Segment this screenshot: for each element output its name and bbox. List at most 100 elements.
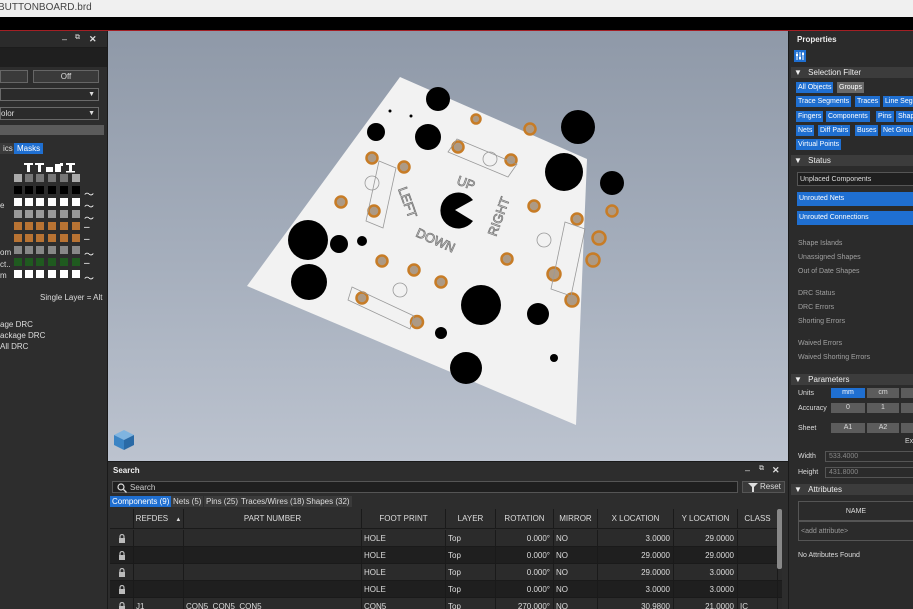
layer-swatch[interactable]	[72, 186, 80, 194]
section-parameters[interactable]: ▼ Parameters	[791, 374, 913, 385]
close-icon[interactable]: ✕	[89, 34, 97, 45]
layer-swatch[interactable]	[14, 198, 22, 206]
sheet-more[interactable]	[901, 423, 913, 433]
trace-style-icon[interactable]: –	[84, 258, 90, 269]
layer-swatch[interactable]	[36, 270, 44, 278]
layer-swatch[interactable]	[60, 258, 68, 266]
layer-swatch[interactable]	[36, 186, 44, 194]
filter-all-objects[interactable]: All Objects	[796, 82, 834, 93]
layer-swatch[interactable]	[72, 258, 80, 266]
layer-swatch[interactable]	[48, 270, 56, 278]
col-layer[interactable]: LAYER	[446, 509, 496, 529]
filter-components[interactable]: Components	[826, 111, 870, 122]
layer-swatch[interactable]	[14, 234, 22, 242]
add-attribute-field[interactable]: <add attribute>	[798, 521, 913, 541]
layer-set-select[interactable]: ▼	[0, 88, 99, 101]
filter-fingers[interactable]: Fingers	[796, 111, 824, 122]
layer-swatch[interactable]	[14, 246, 22, 254]
layer-swatch[interactable]	[25, 174, 33, 182]
col-rotation[interactable]: ROTATION	[496, 509, 554, 529]
status-unrouted-nets[interactable]: Unrouted Nets	[797, 192, 913, 206]
table-row[interactable]: HOLE Top 0.000° NO 3.0000 3.0000	[110, 581, 782, 598]
layer-swatch[interactable]	[48, 222, 56, 230]
table-row[interactable]: HOLE Top 0.000° NO 29.0000 29.0000	[110, 547, 782, 564]
float-icon[interactable]: ⧉	[759, 465, 764, 473]
table-row[interactable]: J1 CON5_CON5_CON5 CON5 Top 270.000° NO 3…	[110, 598, 782, 609]
accuracy-more[interactable]	[901, 403, 913, 413]
status-unplaced-components[interactable]: Unplaced Components	[797, 172, 913, 186]
float-icon[interactable]: ⧉	[75, 34, 80, 42]
layer-swatch[interactable]	[60, 186, 68, 194]
col-y-location[interactable]: Y LOCATION	[674, 509, 738, 529]
layer-swatch[interactable]	[72, 270, 80, 278]
filter-buses[interactable]: Buses	[855, 125, 879, 136]
layer-toggle-left[interactable]	[0, 70, 28, 83]
accuracy-1[interactable]: 1	[867, 403, 899, 413]
layer-swatch[interactable]	[25, 210, 33, 218]
layer-swatch[interactable]	[72, 246, 80, 254]
layer-swatch[interactable]	[48, 258, 56, 266]
layer-swatch[interactable]	[14, 222, 22, 230]
trace-style-icon[interactable]: –	[84, 234, 90, 245]
table-row[interactable]: HOLE Top 0.000° NO 3.0000 29.0000	[110, 530, 782, 547]
filter-traces[interactable]: Traces	[855, 96, 881, 107]
units-cm[interactable]: cm	[867, 388, 899, 398]
layer-swatch[interactable]	[36, 174, 44, 182]
layer-swatch[interactable]	[36, 210, 44, 218]
units-more[interactable]	[901, 388, 913, 398]
lock-icon[interactable]	[110, 530, 134, 547]
section-attributes[interactable]: ▼ Attributes	[791, 484, 913, 495]
col-foot-print[interactable]: FOOT PRINT	[362, 509, 446, 529]
layer-swatch[interactable]	[25, 246, 33, 254]
section-status[interactable]: ▼ Status	[791, 155, 913, 166]
minimize-icon[interactable]: –	[745, 465, 750, 475]
filter-virtual-points[interactable]: Virtual Points	[796, 139, 842, 150]
filter-line-segments[interactable]: Line Seg	[883, 96, 913, 107]
drc-option[interactable]: age DRC	[0, 320, 33, 329]
lock-icon[interactable]	[110, 581, 134, 598]
tab-masks[interactable]: Masks	[14, 143, 44, 154]
trace-style-icon[interactable]: –	[84, 222, 90, 233]
table-row[interactable]: HOLE Top 0.000° NO 29.0000 3.0000	[110, 564, 782, 581]
col-part-number[interactable]: PART NUMBER	[184, 509, 362, 529]
layer-swatch[interactable]	[60, 234, 68, 242]
table-scrollbar[interactable]	[777, 509, 782, 569]
lock-icon[interactable]	[110, 598, 134, 609]
filter-shapes[interactable]: Shap	[896, 111, 913, 122]
layer-swatch[interactable]	[25, 198, 33, 206]
tab-shapes[interactable]: Shapes (32)	[304, 496, 352, 507]
layer-swatch[interactable]	[14, 174, 22, 182]
layer-swatch[interactable]	[72, 234, 80, 242]
tab-pins[interactable]: Pins (25)	[204, 496, 241, 507]
layer-swatch[interactable]	[14, 270, 22, 278]
trace-style-icon[interactable]: 〜	[84, 270, 94, 285]
filter-nets[interactable]: Nets	[796, 125, 815, 136]
tab-nets[interactable]: Nets (5)	[171, 496, 204, 507]
units-mm[interactable]: mm	[831, 388, 865, 398]
lock-icon[interactable]	[110, 564, 134, 581]
view-cube-icon[interactable]	[112, 428, 136, 452]
layer-swatch[interactable]	[25, 234, 33, 242]
layer-swatch[interactable]	[36, 198, 44, 206]
layer-swatch[interactable]	[60, 210, 68, 218]
layer-swatch[interactable]	[60, 246, 68, 254]
col-x-location[interactable]: X LOCATION	[598, 509, 674, 529]
layer-swatch[interactable]	[25, 222, 33, 230]
layer-swatch[interactable]	[14, 186, 22, 194]
drc-option[interactable]: ackage DRC	[0, 331, 45, 340]
tab-traces-wires[interactable]: Traces/Wires (18)	[239, 496, 307, 507]
height-field[interactable]: 431.8000	[825, 467, 913, 478]
section-selection-filter[interactable]: ▼ Selection Filter	[791, 67, 913, 78]
layer-swatch[interactable]	[72, 174, 80, 182]
sheet-a2[interactable]: A2	[867, 423, 899, 433]
layer-swatch[interactable]	[14, 210, 22, 218]
layer-swatch[interactable]	[60, 222, 68, 230]
layer-swatch[interactable]	[48, 246, 56, 254]
search-input[interactable]: Search	[112, 481, 738, 493]
layer-swatch[interactable]	[25, 270, 33, 278]
sheet-a1[interactable]: A1	[831, 423, 865, 433]
filter-net-groups[interactable]: Net Grou	[881, 125, 913, 136]
col-refdes[interactable]: REFDES ▲	[134, 509, 184, 529]
reset-button[interactable]: Reset	[742, 481, 785, 493]
pcb-board-view[interactable]: UP LEFT RIGHT DOWN	[108, 31, 788, 461]
